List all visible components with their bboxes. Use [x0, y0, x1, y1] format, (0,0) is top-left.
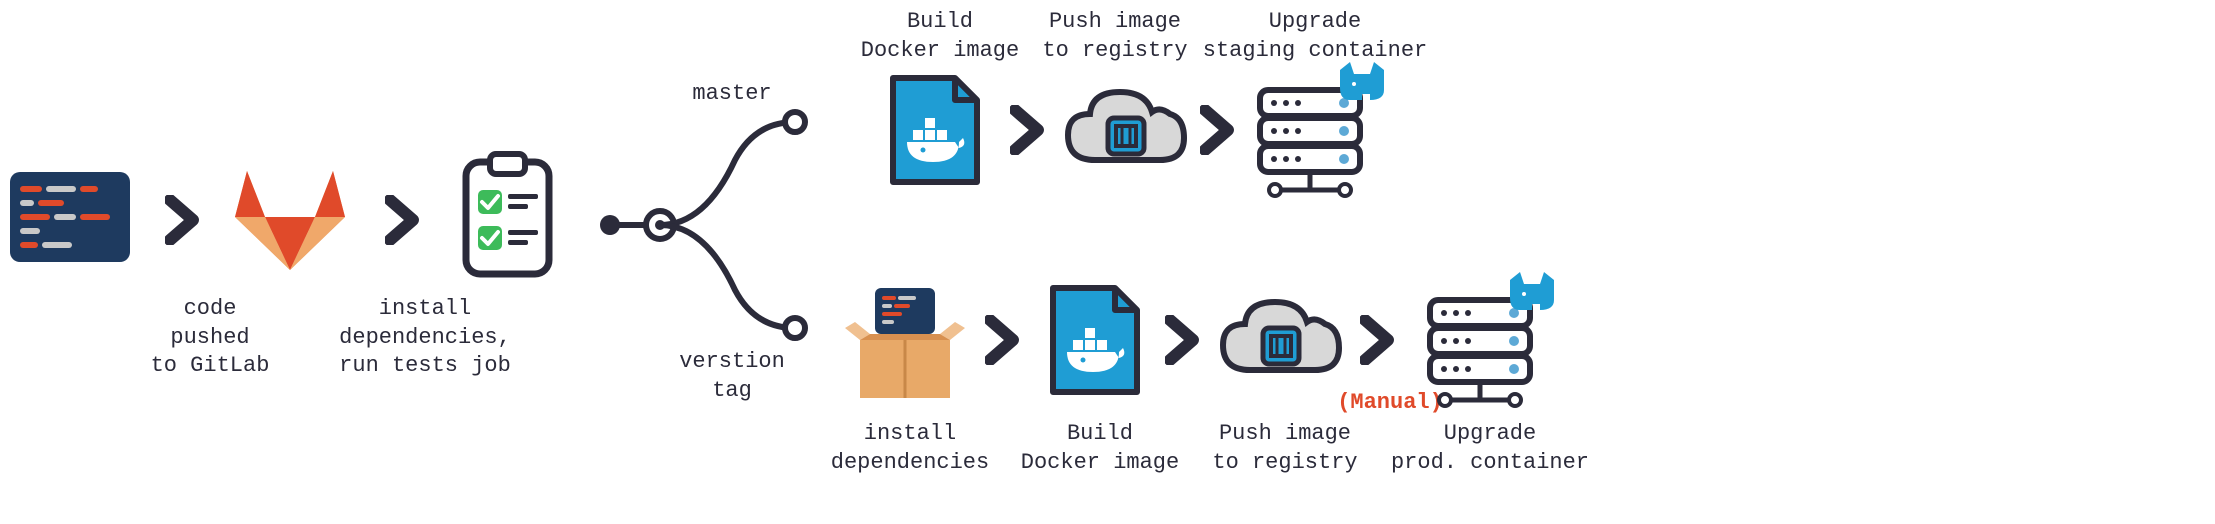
build-docker-top-label: Build Docker image [855, 8, 1025, 65]
chevron-icon [385, 195, 425, 245]
server-rancher-icon [1420, 270, 1560, 420]
cloud-registry-icon [1215, 290, 1345, 390]
chevron-icon [1200, 105, 1240, 155]
push-registry-bottom-label: Push image to registry [1195, 420, 1375, 477]
package-box-icon [840, 280, 970, 410]
version-tag-label: verstion tag [672, 348, 792, 405]
code-terminal-icon [10, 172, 130, 262]
chevron-icon [985, 315, 1025, 365]
server-rancher-icon [1250, 60, 1390, 210]
chevron-icon [1360, 315, 1400, 365]
chevron-icon [1010, 105, 1050, 155]
chevron-icon [1165, 315, 1205, 365]
install-deps-tests-label: install dependencies, run tests job [330, 295, 520, 381]
install-deps-bottom-label: install dependencies [820, 420, 1000, 477]
master-branch-label: master [682, 80, 782, 109]
docker-file-icon [885, 70, 985, 190]
clipboard-checklist-icon [460, 150, 555, 280]
build-docker-bottom-label: Build Docker image [1010, 420, 1190, 477]
push-registry-top-label: Push image to registry [1030, 8, 1200, 65]
gitlab-icon [225, 155, 355, 275]
chevron-icon [165, 195, 205, 245]
upgrade-staging-label: Upgrade staging container [1195, 8, 1435, 65]
upgrade-prod-label: Upgrade prod. container [1380, 420, 1600, 477]
code-pushed-label: code pushed to GitLab [140, 295, 280, 381]
docker-file-icon [1045, 280, 1145, 400]
cloud-registry-icon [1060, 80, 1190, 180]
branch-split-icon [595, 100, 815, 350]
